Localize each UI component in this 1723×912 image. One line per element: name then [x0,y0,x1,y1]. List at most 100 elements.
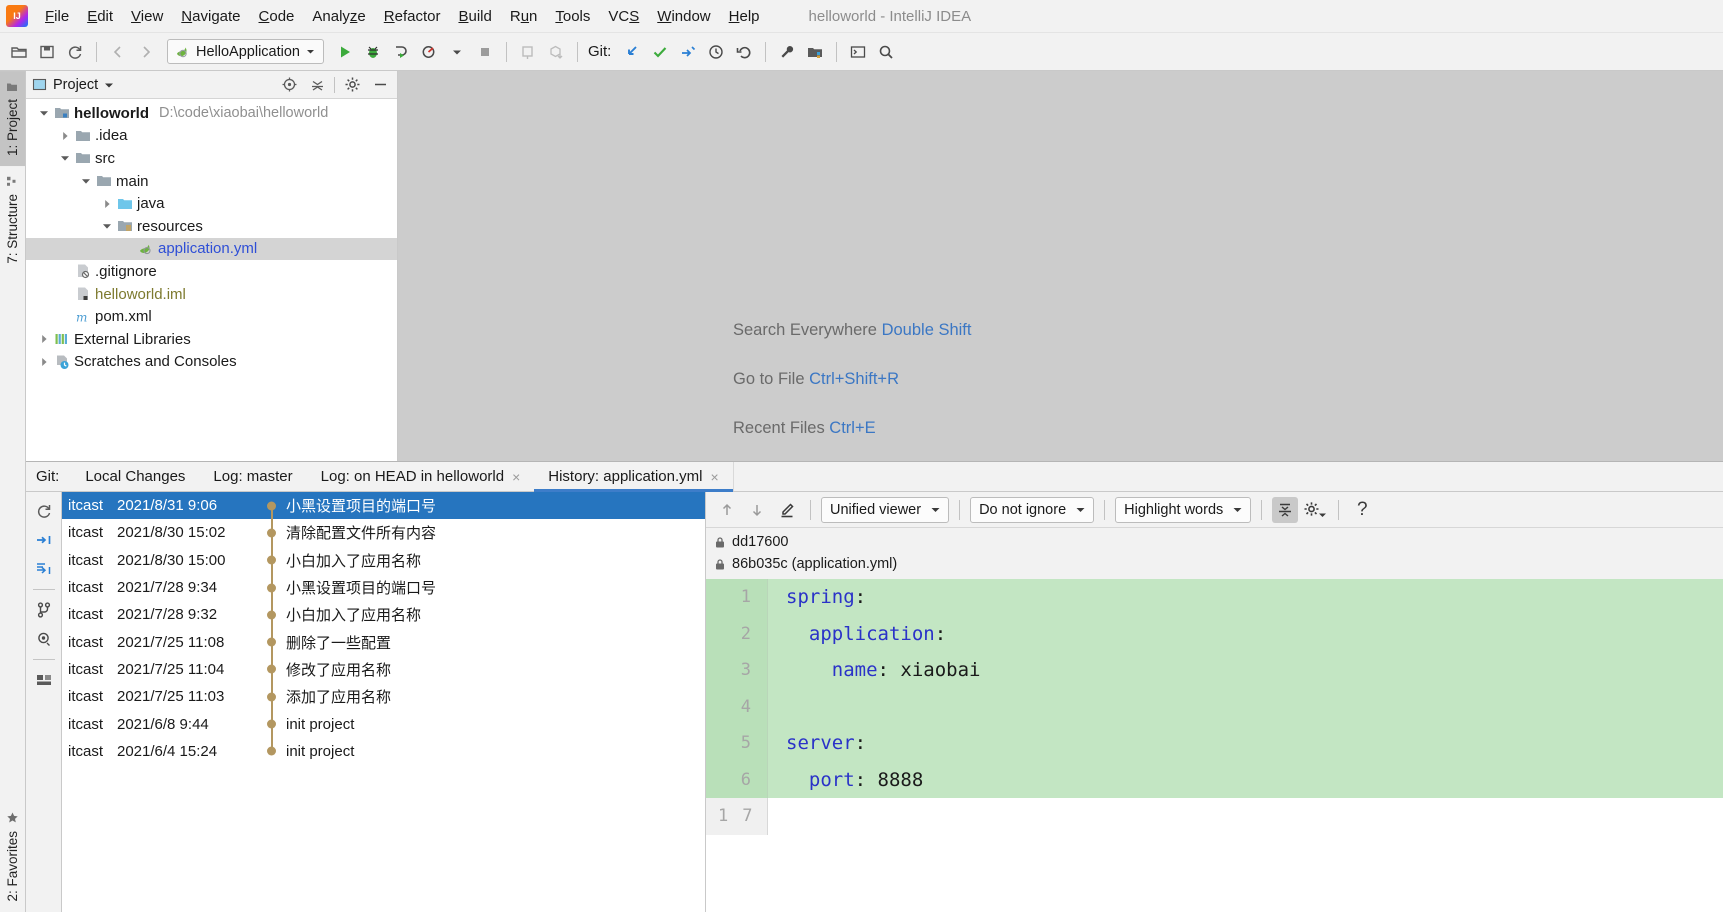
chevron-down-icon[interactable] [99,221,115,231]
show-diff-icon[interactable] [30,667,58,693]
chevron-down-icon[interactable] [104,80,114,90]
rollback-icon[interactable] [731,39,757,65]
tree-node[interactable]: Scratches and Consoles [26,351,397,374]
pencil-edit-icon[interactable] [774,497,800,523]
chevron-down-icon[interactable] [78,176,94,186]
chevron-down-icon[interactable] [444,39,470,65]
stop-icon[interactable] [472,39,498,65]
save-icon[interactable] [34,39,60,65]
refresh-icon[interactable] [30,498,58,524]
tree-node[interactable]: application.yml [26,237,397,261]
close-icon[interactable]: × [512,469,520,485]
code-line[interactable]: 2 application: [706,615,1723,652]
tree-node[interactable]: resources [26,215,397,238]
git-tab[interactable]: Log: on HEAD in helloworld × [307,462,535,491]
menu-item-code[interactable]: Code [250,4,304,29]
menu-item-edit[interactable]: Edit [78,4,122,29]
chevron-right-icon[interactable] [36,357,52,367]
menu-item-refactor[interactable]: Refactor [375,4,450,29]
chevron-down-icon[interactable] [57,153,73,163]
chevron-right-icon[interactable] [99,199,115,209]
branch-icon[interactable] [30,597,58,623]
menu-item-window[interactable]: Window [648,4,719,29]
sidebar-item-project[interactable]: 1: Project [0,71,25,167]
arrow-down-icon[interactable] [744,497,770,523]
update-project-icon[interactable] [619,39,645,65]
menu-item-tools[interactable]: Tools [546,4,599,29]
profiler-icon[interactable] [416,39,442,65]
commit-row[interactable]: itcast 2021/8/30 15:00 小白加入了应用名称 [62,546,705,574]
push-icon[interactable] [675,39,701,65]
menu-item-file[interactable]: File [36,4,78,29]
commit-row[interactable]: itcast 2021/7/28 9:32 小白加入了应用名称 [62,601,705,629]
expand-all-icon[interactable] [30,556,58,582]
minimize-icon[interactable] [369,74,391,96]
code-line[interactable]: 5 server: [706,725,1723,762]
menu-item-vcs[interactable]: VCS [599,4,648,29]
crosshair-locate-icon[interactable] [278,74,300,96]
whitespace-mode-select[interactable]: Do not ignore [970,496,1095,523]
project-structure-icon[interactable] [802,39,828,65]
sidebar-item-favorites[interactable]: 2: Favorites [0,802,25,912]
search-icon[interactable] [873,39,899,65]
arrow-up-icon[interactable] [714,497,740,523]
arrow-left-icon[interactable] [105,39,131,65]
viewer-mode-select[interactable]: Unified viewer [821,496,950,523]
code-line[interactable]: 1 spring: [706,579,1723,616]
commit-row[interactable]: itcast 2021/8/30 15:02 清除配置文件所有内容 [62,519,705,547]
history-clock-icon[interactable] [703,39,729,65]
tree-node[interactable]: main [26,170,397,193]
commit-list[interactable]: itcast 2021/8/31 9:06 小黑设置项目的端口号 itcast 2021… [62,492,706,912]
commit-row[interactable]: itcast 2021/7/25 11:08 删除了一些配置 [62,628,705,656]
run-coverage-icon[interactable] [388,39,414,65]
git-tab[interactable]: History: application.yml × [534,462,734,492]
close-icon[interactable]: × [710,469,718,485]
debug-icon[interactable] [360,39,386,65]
show-details-icon[interactable] [30,626,58,652]
attach-debugger-icon[interactable] [515,39,541,65]
commit-row[interactable]: itcast 2021/6/4 15:24 init project [62,737,705,765]
git-tab[interactable]: Log: master [199,462,306,491]
open-folder-icon[interactable] [6,39,32,65]
tree-node[interactable]: java [26,192,397,215]
commit-row[interactable]: itcast 2021/7/28 9:34 小黑设置项目的端口号 [62,573,705,602]
gear-icon[interactable] [341,74,363,96]
code-line[interactable]: 3 name: xiaobai [706,652,1723,689]
menu-item-analyze[interactable]: Analyze [303,4,374,29]
project-tree[interactable]: helloworld D:\code\xiaobai\helloworld .ide… [26,99,397,461]
run-configuration-selector[interactable]: HelloApplication [167,39,324,64]
tree-node[interactable]: helloworld.iml [26,283,397,306]
commit-checkmark-icon[interactable] [647,39,673,65]
code-line[interactable]: 4 [706,688,1723,725]
terminal-icon[interactable] [845,39,871,65]
tree-node[interactable]: .idea [26,125,397,148]
diff-code-area[interactable]: 1 spring: 2 application: 3 name: xiaobai 4 5 s… [706,579,1723,912]
code-line[interactable]: 6 port: 8888 [706,761,1723,798]
menu-item-build[interactable]: Build [449,4,500,29]
menu-item-navigate[interactable]: Navigate [172,4,249,29]
highlight-mode-select[interactable]: Highlight words [1115,496,1252,523]
collapse-all-icon[interactable] [306,74,328,96]
commit-row[interactable]: itcast 2021/6/8 9:44 init project [62,710,705,738]
download-artifact-icon[interactable] [543,39,569,65]
chevron-down-icon[interactable] [36,108,52,118]
tree-node[interactable]: src [26,147,397,170]
commit-row[interactable]: itcast 2021/8/31 9:06 小黑设置项目的端口号 [62,492,705,520]
tree-node[interactable]: m pom.xml [26,305,397,328]
wrench-icon[interactable] [774,39,800,65]
commit-row[interactable]: itcast 2021/7/25 11:04 修改了应用名称 [62,655,705,684]
collapse-all-icon[interactable] [30,527,58,553]
git-tab[interactable]: Local Changes [71,462,199,491]
tree-node[interactable]: External Libraries [26,328,397,351]
commit-row[interactable]: itcast 2021/7/25 11:03 添加了应用名称 [62,683,705,711]
menu-item-help[interactable]: Help [720,4,769,29]
sync-icon[interactable] [62,39,88,65]
collapse-unchanged-icon[interactable] [1272,496,1299,523]
gear-icon[interactable] [1302,497,1328,523]
chevron-right-icon[interactable] [57,131,73,141]
help-icon[interactable]: ? [1349,497,1375,523]
sidebar-item-structure[interactable]: 7: Structure [0,166,25,274]
arrow-right-icon[interactable] [133,39,159,65]
tree-node[interactable]: .gitignore [26,260,397,283]
run-icon[interactable] [332,39,358,65]
